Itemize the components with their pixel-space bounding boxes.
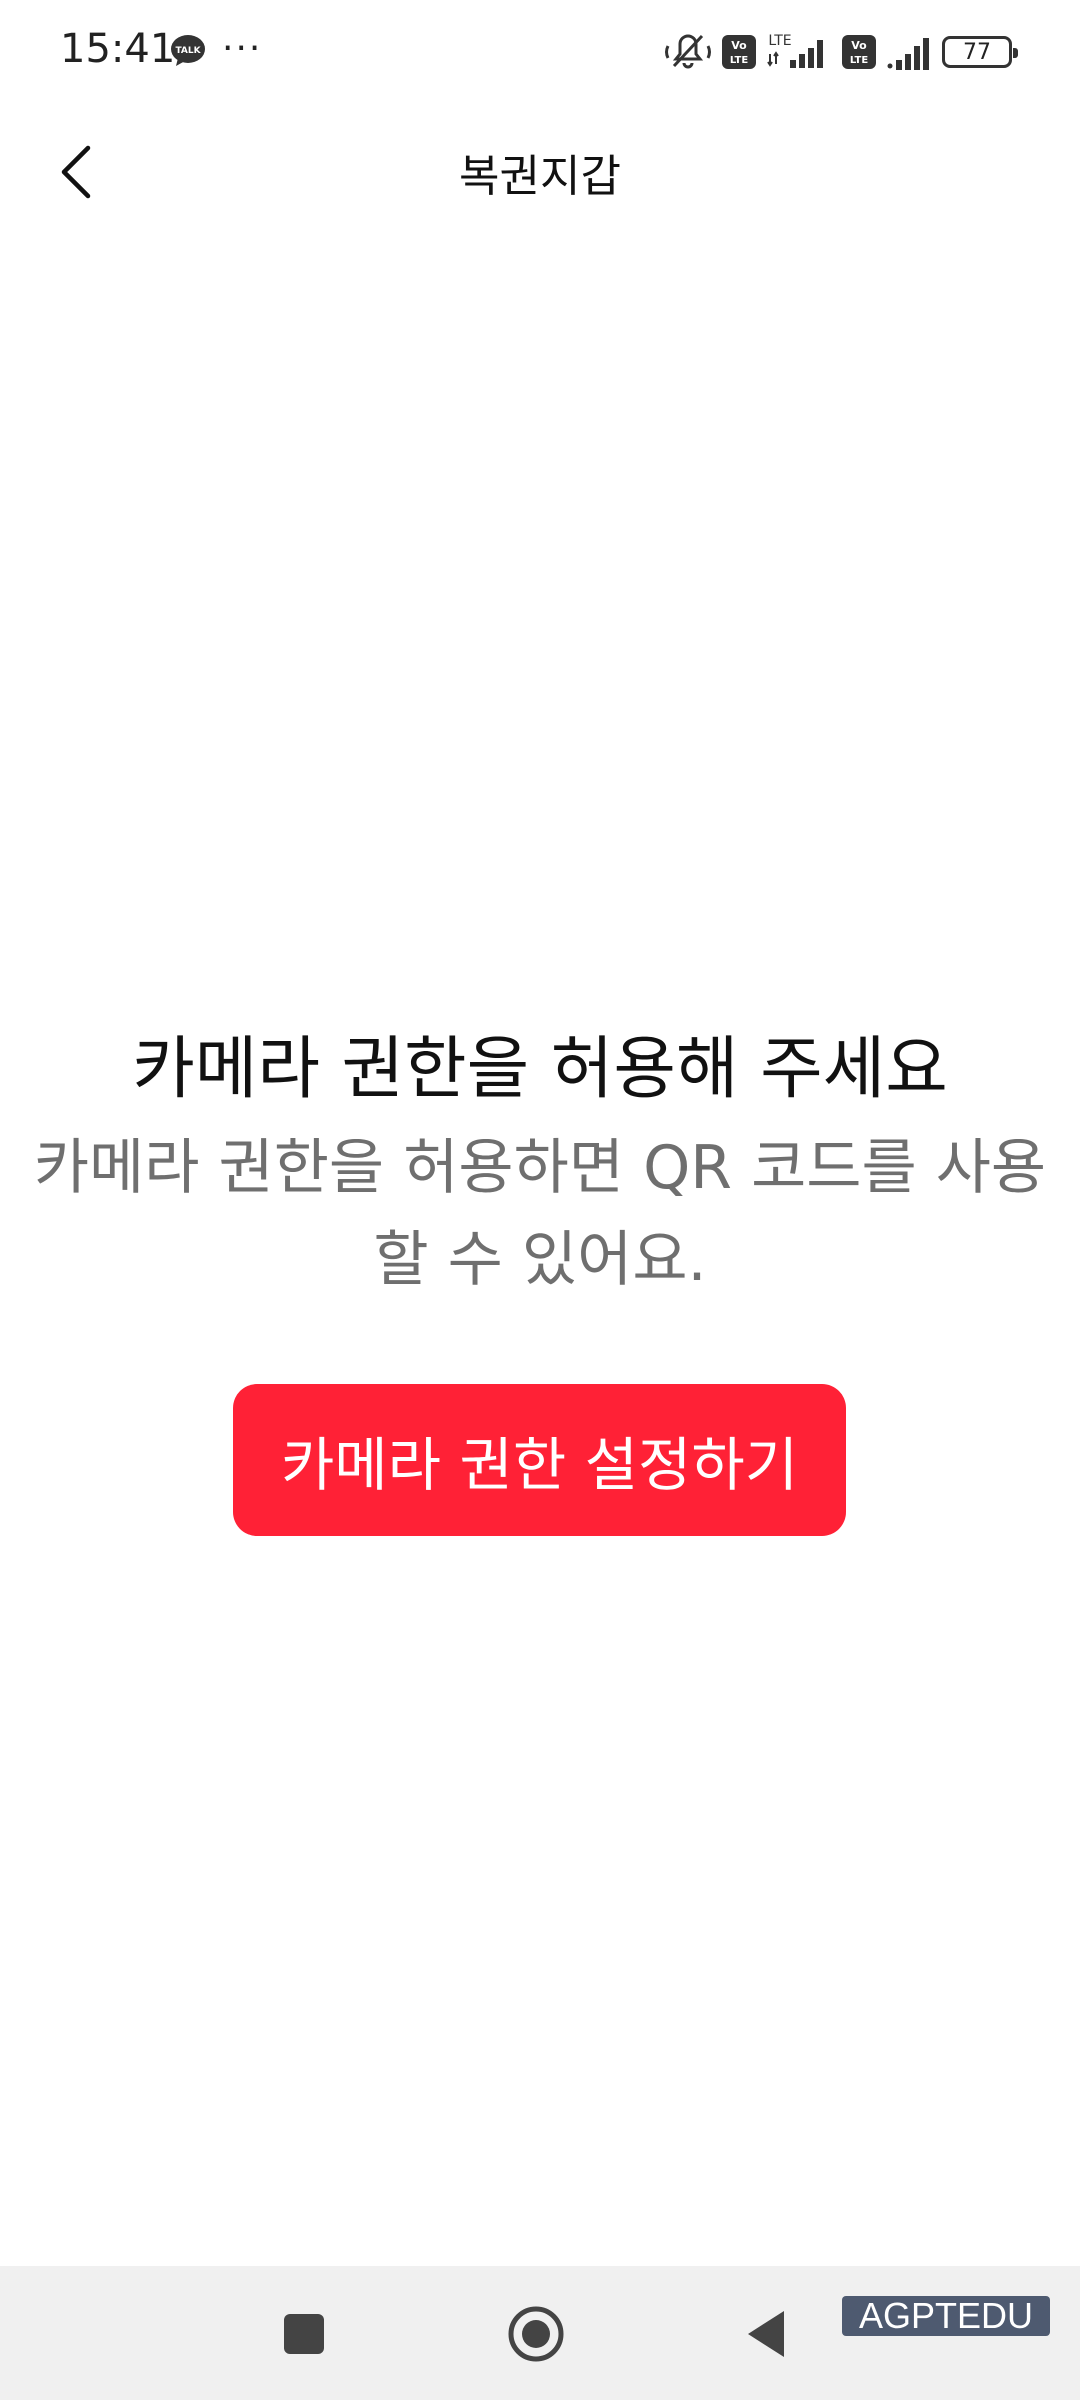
volte-icon-2: Vo LTE [842, 35, 876, 69]
permission-description: 카메라 권한을 허용하면 QR 코드를 사용할 수 있어요. [33, 1133, 1047, 1295]
signal-icon [886, 34, 932, 70]
triangle-back-icon [748, 2311, 784, 2357]
recent-apps-button[interactable] [264, 2294, 344, 2374]
svg-text:Vo: Vo [851, 39, 867, 52]
watermark: AGPTEDU [842, 2296, 1050, 2336]
page-title: 복권지갑 [459, 151, 621, 202]
svg-text:Vo: Vo [731, 39, 747, 52]
vibrate-mute-icon [664, 32, 712, 72]
screen: 15:41 TALK ··· Vo LTE LTE Vo LTE 77 복권지갑… [0, 0, 1080, 2400]
status-time: 15:41 [60, 26, 176, 72]
volte-icon-1: Vo LTE [722, 35, 756, 69]
app-header: 복권지갑 [0, 104, 1080, 240]
camera-permission-button[interactable]: 카메라 권한 설정하기 [233, 1384, 846, 1536]
status-icons: Vo LTE LTE Vo LTE 77 [664, 30, 1018, 74]
svg-text:LTE: LTE [768, 33, 791, 49]
more-dots-icon: ··· [222, 28, 263, 69]
circle-icon [508, 2306, 564, 2362]
svg-text:LTE: LTE [850, 55, 869, 66]
square-icon [284, 2314, 324, 2354]
permission-message: 카메라 권한을 허용해 주세요 카메라 권한을 허용하면 QR 코드를 사용할 … [0, 1020, 1080, 1306]
lte-signal-icon: LTE [766, 32, 832, 72]
talk-badge-text: TALK [175, 46, 201, 56]
battery-icon: 77 [942, 36, 1018, 68]
system-back-button[interactable] [726, 2294, 806, 2374]
kakaotalk-icon: TALK [170, 34, 206, 68]
svg-text:LTE: LTE [730, 55, 749, 66]
status-bar: 15:41 TALK ··· Vo LTE LTE Vo LTE 77 [0, 0, 1080, 104]
permission-headline: 카메라 권한을 허용해 주세요 [132, 1030, 948, 1109]
home-button[interactable] [496, 2294, 576, 2374]
